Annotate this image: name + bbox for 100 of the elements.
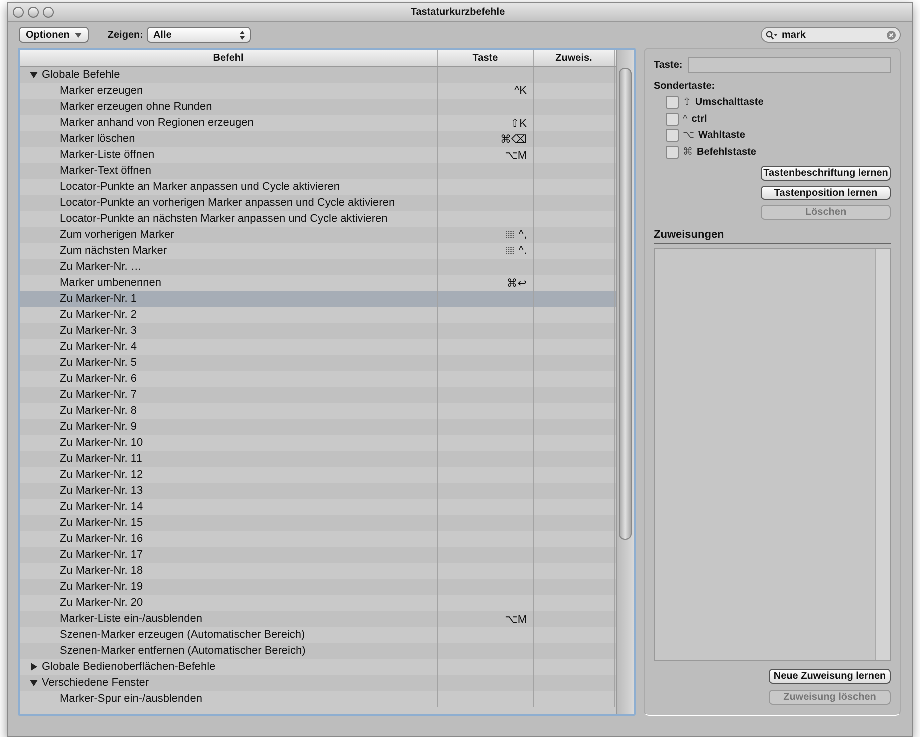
shortcut-key: ⌘⌫	[500, 132, 527, 146]
command-name: Zu Marker-Nr. 2	[59, 309, 138, 321]
expanded-triangle-icon[interactable]	[30, 71, 38, 79]
command-name: Zu Marker-Nr. 7	[59, 389, 138, 401]
assignments-title: Zuweisungen	[654, 229, 891, 244]
table-row[interactable]: Zu Marker-Nr. 3	[20, 323, 616, 339]
modifier-name: ctrl	[692, 114, 708, 125]
command-name: Zu Marker-Nr. 19	[59, 581, 144, 593]
table-row[interactable]: Zu Marker-Nr. …	[20, 259, 616, 275]
table-row[interactable]: Zu Marker-Nr. 5	[20, 355, 616, 371]
learn-button[interactable]: Tastenposition lernen	[761, 186, 891, 200]
command-name: Marker umbenennen	[59, 277, 162, 289]
scrollbar[interactable]	[616, 50, 634, 714]
command-name: Marker-Liste öffnen	[59, 149, 155, 161]
window-control-icon[interactable]	[28, 6, 39, 18]
table-row[interactable]: Zu Marker-Nr. 9	[20, 419, 616, 435]
expanded-triangle-icon[interactable]	[30, 679, 38, 687]
command-name: Zu Marker-Nr. 18	[59, 565, 144, 577]
command-name: Zu Marker-Nr. …	[59, 261, 142, 273]
assignment-button[interactable]: Neue Zuweisung lernen	[769, 669, 891, 684]
command-name: Zu Marker-Nr. 5	[59, 357, 138, 369]
search-icon	[766, 30, 778, 40]
modifier-label: Sondertaste:	[654, 81, 716, 92]
shortcut-key: ^,	[518, 229, 527, 241]
command-name: Locator-Punkte an vorherigen Marker anpassen und Cycle aktivieren	[59, 197, 396, 209]
table-row[interactable]: Zu Marker-Nr. 11	[20, 451, 616, 467]
table-row[interactable]: Zu Marker-Nr. 15	[20, 515, 616, 531]
table-row[interactable]: Marker erzeugen ohne Runden	[20, 99, 616, 115]
command-name: Zu Marker-Nr. 14	[59, 501, 144, 513]
command-name: Zu Marker-Nr. 10	[59, 437, 144, 449]
learn-button[interactable]: Tastenbeschriftung lernen	[761, 166, 891, 181]
collapsed-triangle-icon[interactable]	[30, 663, 38, 671]
show-label: Zeigen:	[108, 30, 144, 40]
table-row[interactable]: Zu Marker-Nr. 1	[20, 291, 616, 307]
shortcut-key: ⌘↩	[506, 276, 527, 290]
command-name: Marker-Text öffnen	[59, 165, 152, 177]
command-name: Zu Marker-Nr. 15	[59, 517, 144, 529]
checkbox[interactable]	[666, 112, 679, 126]
command-name: Zu Marker-Nr. 16	[59, 533, 144, 545]
table-row[interactable]: Zu Marker-Nr. 19	[20, 579, 616, 595]
group-name: Verschiedene Fenster	[42, 677, 150, 689]
command-name: Locator-Punkte an nächsten Marker anpassen und Cycle aktivieren	[59, 213, 388, 225]
command-name: Zu Marker-Nr. 13	[59, 485, 144, 497]
checkbox[interactable]	[666, 146, 679, 160]
clear-icon[interactable]	[887, 30, 896, 40]
table-row[interactable]: Marker löschen ⌘⌫	[20, 131, 616, 147]
command-name: Marker löschen	[59, 133, 136, 145]
command-name: Zu Marker-Nr. 8	[59, 405, 138, 417]
table-row[interactable]: Zu Marker-Nr. 17	[20, 547, 616, 563]
command-name: Zu Marker-Nr. 9	[59, 421, 138, 433]
window-control-icon[interactable]	[13, 6, 24, 18]
command-name: Szenen-Marker erzeugen (Automatischer Bereich)	[59, 629, 306, 641]
modifier-name: Befehlstaste	[697, 147, 756, 158]
table-row[interactable]: Verschiedene Fenster	[20, 675, 616, 691]
key-field[interactable]	[688, 57, 891, 73]
modifier-name: Wahltaste	[698, 130, 746, 142]
table-row[interactable]: Zu Marker-Nr. 7	[20, 387, 616, 403]
options-button[interactable]: Optionen	[19, 27, 89, 43]
command-name: Zu Marker-Nr. 12	[59, 469, 144, 481]
command-name: Zu Marker-Nr. 3	[59, 325, 138, 337]
shortcut-key: ⇧K	[510, 116, 527, 130]
table-row[interactable]: Locator-Punkte an vorherigen Marker anpassen und Cycle aktivieren	[20, 195, 616, 211]
table-row[interactable]: Szenen-Marker entfernen (Automatischer Bereich)	[20, 643, 616, 659]
command-name: Zum vorherigen Marker	[59, 229, 174, 241]
key-label: Taste:	[654, 60, 683, 70]
command-name: Zu Marker-Nr. 20	[59, 597, 144, 609]
shortcut-key: ^.	[518, 245, 527, 257]
stepper-arrows-icon	[240, 30, 246, 40]
command-name: Szenen-Marker entfernen (Automatischer Bereich)	[59, 645, 306, 657]
table-row[interactable]: Zum vorherigen Marker ^,	[20, 227, 616, 243]
table-row[interactable]: Marker-Text öffnen	[20, 163, 616, 179]
command-name: Zu Marker-Nr. 17	[59, 549, 144, 561]
modifier-name: Umschalttaste	[695, 96, 764, 108]
dropdown-arrow-icon	[74, 32, 82, 38]
window-control-icon[interactable]	[43, 6, 54, 18]
group-name: Globale Bedienoberflächen-Befehle	[42, 661, 216, 673]
column-header[interactable]: Taste	[438, 50, 534, 66]
group-name: Globale Befehle	[42, 69, 120, 81]
column-header[interactable]: Befehl	[20, 50, 438, 66]
modifier-symbol: ⌥	[683, 130, 695, 142]
search-field[interactable]: mark	[761, 27, 901, 43]
table-row[interactable]: Globale Befehle	[20, 67, 616, 83]
command-name: Zu Marker-Nr. 1	[59, 293, 138, 305]
modifier-symbol: ^	[683, 114, 688, 125]
checkbox[interactable]	[666, 129, 679, 142]
window-title: Tastaturkurzbefehle	[410, 7, 506, 18]
checkbox[interactable]	[666, 96, 679, 109]
table-row[interactable]: Marker-Liste ein-/ausblenden ⌥M	[20, 611, 616, 627]
command-name: Marker erzeugen	[59, 85, 144, 97]
modifier-symbol: ⌘	[683, 147, 693, 158]
shortcut-key: ⌥M	[505, 148, 527, 162]
table-row[interactable]: Zu Marker-Nr. 13	[20, 483, 616, 499]
command-name: Zum nächsten Marker	[59, 245, 167, 257]
shortcut-key: ^K	[514, 85, 527, 97]
command-name: Marker erzeugen ohne Runden	[59, 101, 212, 113]
modifier-symbol: ⇧	[683, 96, 692, 108]
command-name: Locator-Punkte an Marker anpassen und Cycle aktivieren	[59, 181, 340, 193]
column-header[interactable]: Zuweis.	[534, 50, 615, 66]
show-select[interactable]: Alle	[147, 27, 252, 43]
shortcut-key: ⌥M	[505, 612, 527, 626]
